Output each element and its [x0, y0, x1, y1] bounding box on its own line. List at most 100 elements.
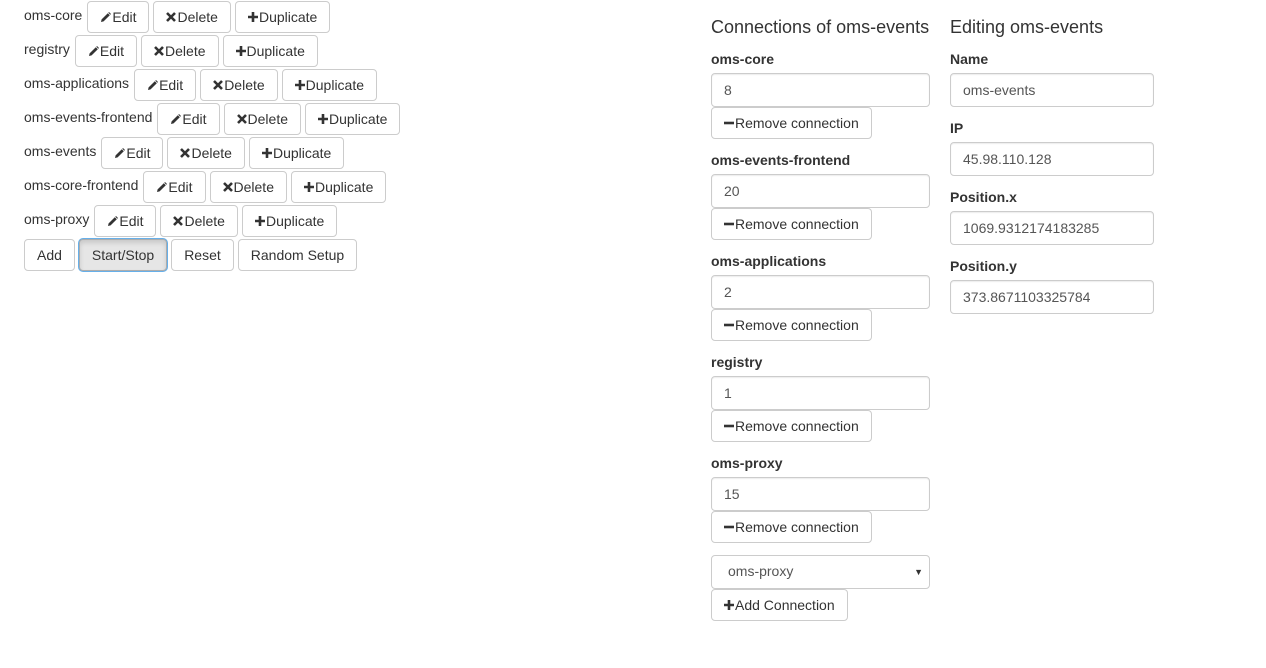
- position-x-input[interactable]: [950, 211, 1154, 245]
- name-input[interactable]: [950, 73, 1154, 107]
- connection-weight-input[interactable]: [711, 174, 930, 208]
- edit-button[interactable]: Edit: [94, 205, 157, 237]
- minus-icon: [724, 320, 734, 330]
- connection-item: oms-proxy Remove connection: [711, 454, 930, 543]
- service-row: oms-proxy Edit Delete Duplicate: [24, 204, 404, 238]
- plus-icon: [294, 80, 305, 90]
- service-name: oms-events: [24, 143, 97, 159]
- reset-button[interactable]: Reset: [171, 239, 234, 271]
- delete-button[interactable]: Delete: [209, 171, 287, 203]
- position-x-field-group: Position.x: [950, 188, 1154, 245]
- plus-icon: [247, 12, 258, 22]
- pencil-icon: [100, 11, 112, 23]
- ip-field-group: IP: [950, 119, 1154, 176]
- connections-panel: Connections of oms-events oms-core Remov…: [711, 14, 930, 621]
- connection-item: oms-events-frontend Remove connection: [711, 151, 930, 240]
- connection-weight-input[interactable]: [711, 275, 930, 309]
- delete-button[interactable]: Delete: [153, 1, 231, 33]
- edit-label: Edit: [99, 43, 125, 59]
- service-name: oms-applications: [24, 75, 130, 91]
- duplicate-label: Duplicate: [265, 213, 325, 229]
- control-bar: Add Start/Stop Reset Random Setup: [24, 238, 404, 272]
- delete-label: Delete: [224, 77, 265, 93]
- service-name: oms-events-frontend: [24, 109, 153, 125]
- service-name: oms-core-frontend: [24, 177, 139, 193]
- add-button[interactable]: Add: [24, 239, 75, 271]
- duplicate-button[interactable]: Duplicate: [248, 137, 345, 169]
- plus-icon: [318, 114, 328, 124]
- connection-weight-input[interactable]: [711, 73, 930, 107]
- duplicate-button[interactable]: Duplicate: [281, 69, 378, 101]
- connection-item: oms-applications Remove connection: [711, 252, 930, 341]
- pencil-icon: [156, 181, 168, 193]
- service-name: oms-proxy: [24, 211, 90, 227]
- edit-label: Edit: [119, 213, 144, 229]
- minus-icon: [724, 522, 734, 532]
- service-row: oms-events Edit Delete Duplicate: [24, 136, 404, 170]
- connection-label: registry: [711, 354, 763, 370]
- connection-label: oms-events-frontend: [711, 152, 851, 168]
- connection-weight-input[interactable]: [711, 477, 930, 511]
- remove-connection-label: Remove connection: [735, 216, 859, 232]
- duplicate-button[interactable]: Duplicate: [222, 35, 318, 67]
- edit-label: Edit: [112, 9, 137, 25]
- service-list: oms-core Edit Delete Duplicate registry …: [24, 0, 404, 272]
- editing-title: Editing oms-events: [950, 17, 1104, 37]
- x-icon: [166, 12, 177, 22]
- connection-item: registry Remove connection: [711, 353, 930, 442]
- position-y-label: Position.y: [950, 258, 1017, 274]
- position-y-input[interactable]: [950, 280, 1154, 314]
- remove-connection-button[interactable]: Remove connection: [711, 410, 872, 442]
- remove-connection-label: Remove connection: [735, 519, 859, 535]
- edit-button[interactable]: Edit: [134, 69, 197, 101]
- minus-icon: [724, 421, 734, 431]
- plus-icon: [254, 216, 265, 226]
- remove-connection-button[interactable]: Remove connection: [711, 107, 872, 139]
- duplicate-button[interactable]: Duplicate: [290, 171, 387, 203]
- edit-button[interactable]: Edit: [143, 171, 206, 203]
- start-stop-button[interactable]: Start/Stop: [78, 239, 168, 271]
- pencil-icon: [88, 45, 99, 57]
- duplicate-button[interactable]: Duplicate: [241, 205, 338, 237]
- x-icon: [222, 182, 233, 192]
- plus-icon: [724, 600, 734, 610]
- edit-label: Edit: [126, 145, 151, 161]
- delete-button[interactable]: Delete: [200, 69, 278, 101]
- delete-button[interactable]: Delete: [160, 205, 238, 237]
- ip-input[interactable]: [950, 142, 1154, 176]
- duplicate-button[interactable]: Duplicate: [305, 103, 401, 135]
- delete-button[interactable]: Delete: [223, 103, 301, 135]
- editing-panel: Editing oms-events Name IP Position.x Po…: [950, 14, 1154, 326]
- service-row: oms-core-frontend Edit Delete Duplicate: [24, 170, 404, 204]
- minus-icon: [724, 118, 734, 128]
- remove-connection-label: Remove connection: [735, 418, 859, 434]
- edit-button[interactable]: Edit: [74, 35, 138, 67]
- connection-target-select[interactable]: oms-proxy ▼: [711, 555, 930, 589]
- edit-button[interactable]: Edit: [87, 1, 150, 33]
- duplicate-button[interactable]: Duplicate: [234, 1, 331, 33]
- random-setup-button[interactable]: Random Setup: [237, 239, 358, 271]
- service-row: oms-core Edit Delete Duplicate: [24, 0, 404, 34]
- delete-label: Delete: [165, 43, 206, 59]
- service-row: oms-events-frontend Edit Delete Duplicat…: [24, 102, 404, 136]
- remove-connection-label: Remove connection: [735, 317, 859, 333]
- x-icon: [154, 46, 164, 56]
- x-icon: [213, 80, 224, 90]
- delete-button[interactable]: Delete: [167, 137, 245, 169]
- remove-connection-button[interactable]: Remove connection: [711, 511, 872, 543]
- add-connection-label: Add Connection: [735, 597, 835, 613]
- pencil-icon: [170, 113, 182, 125]
- x-icon: [173, 216, 184, 226]
- connection-weight-input[interactable]: [711, 376, 930, 410]
- caret-down-icon: ▼: [914, 567, 923, 577]
- remove-connection-label: Remove connection: [735, 115, 859, 131]
- edit-button[interactable]: Edit: [157, 103, 220, 135]
- service-row: oms-applications Edit Delete Duplicate: [24, 68, 404, 102]
- edit-button[interactable]: Edit: [101, 137, 164, 169]
- remove-connection-button[interactable]: Remove connection: [711, 309, 872, 341]
- delete-button[interactable]: Delete: [141, 35, 219, 67]
- add-connection-button[interactable]: Add Connection: [711, 589, 848, 621]
- delete-label: Delete: [177, 9, 218, 25]
- remove-connection-button[interactable]: Remove connection: [711, 208, 872, 240]
- position-x-label: Position.x: [950, 189, 1017, 205]
